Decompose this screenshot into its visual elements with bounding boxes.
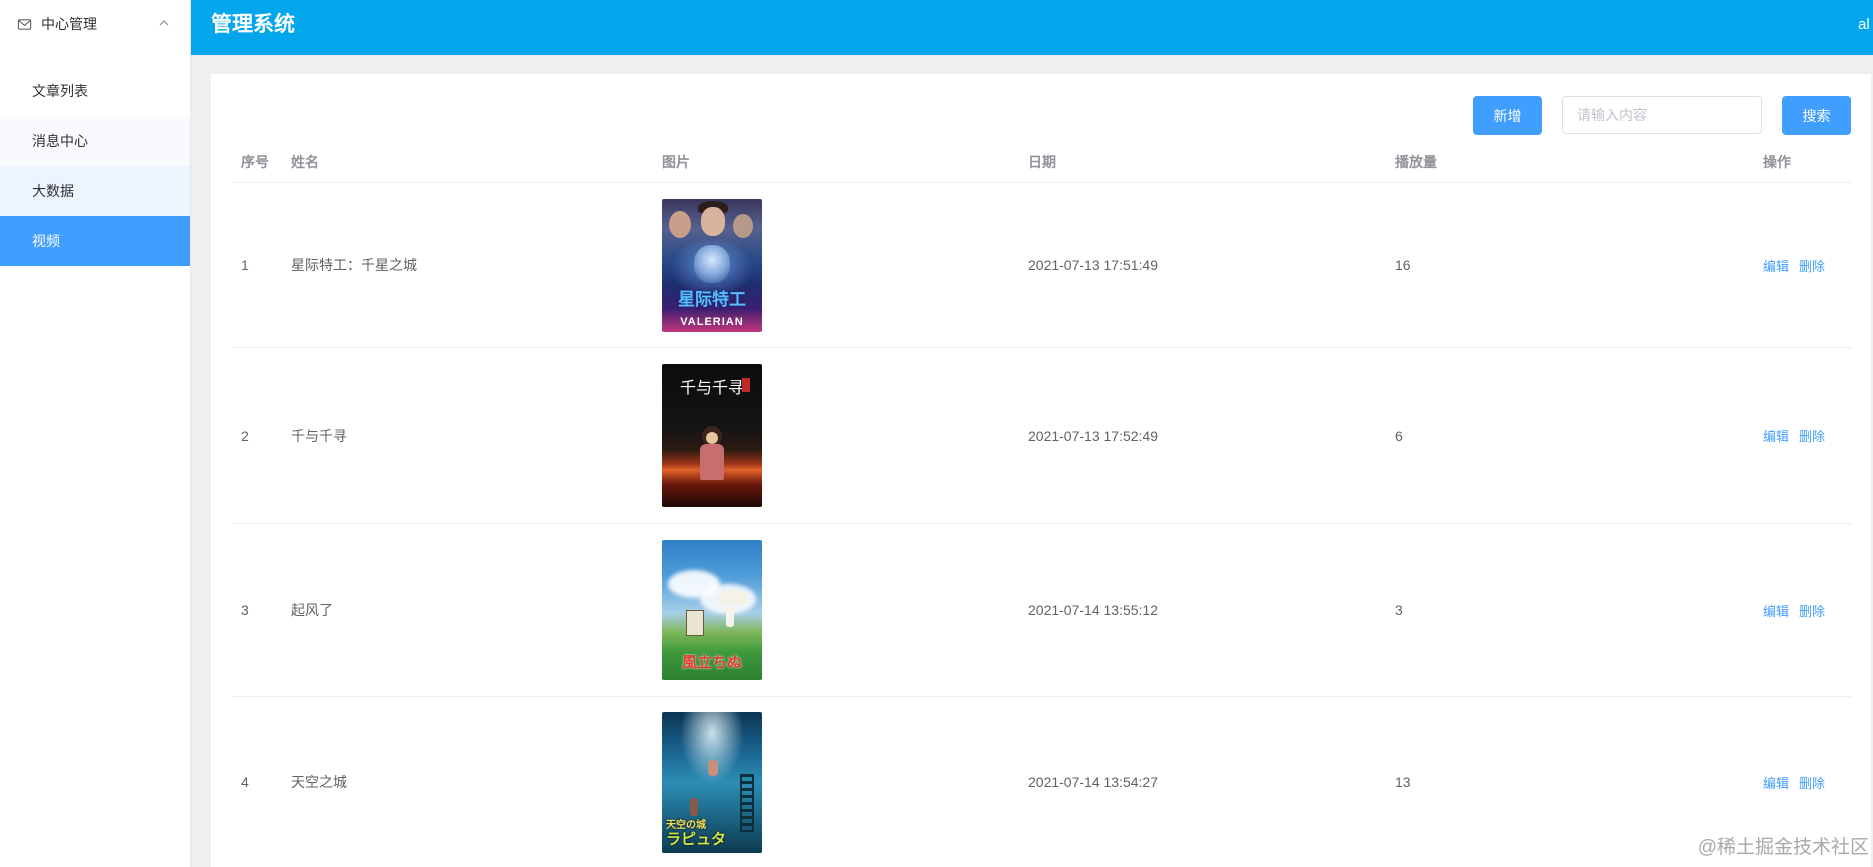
- search-input[interactable]: [1562, 96, 1762, 134]
- delete-link[interactable]: 删除: [1799, 429, 1825, 444]
- column-header-image: 图片: [662, 153, 690, 170]
- delete-link[interactable]: 删除: [1799, 604, 1825, 619]
- cell-plays: 13: [1395, 774, 1411, 790]
- cell-actions: 编辑 删除: [1754, 601, 1851, 620]
- poster-umbrella: [718, 590, 748, 604]
- sidebar-item-label: 文章列表: [32, 83, 88, 99]
- cell-date: 2021-07-13 17:51:49: [1028, 257, 1158, 273]
- poster-figure: [706, 432, 718, 444]
- app-title: 管理系统: [211, 13, 295, 36]
- poster-figure: [726, 603, 734, 627]
- sidebar-menu: 文章列表 消息中心 大数据 视频: [0, 66, 190, 266]
- poster-figure: [669, 210, 691, 238]
- column-header-name: 姓名: [291, 153, 319, 170]
- cell-date: 2021-07-14 13:55:12: [1028, 602, 1158, 618]
- poster-image: 風立ちぬ: [662, 540, 762, 680]
- poster-title: 風立ちぬ: [681, 654, 742, 671]
- top-header: 管理系统 al: [191, 0, 1873, 55]
- sidebar-item-label: 视频: [32, 233, 60, 249]
- cell-index: 3: [241, 602, 249, 618]
- cell-actions: 编辑 删除: [1754, 773, 1851, 792]
- poster-image: 星际特工 VALERIAN: [662, 198, 762, 332]
- cell-date: 2021-07-13 17:52:49: [1028, 427, 1158, 444]
- cell-image: 千与千寻: [653, 364, 1019, 507]
- delete-link[interactable]: 删除: [1799, 776, 1825, 791]
- poster-subtitle: VALERIAN: [680, 315, 744, 328]
- poster-figure: [733, 213, 753, 238]
- edit-link[interactable]: 编辑: [1763, 776, 1789, 791]
- cell-image: 天空の城 ラピュタ: [653, 711, 1019, 853]
- poster-figure: [694, 244, 730, 283]
- watermark: @稀土掘金技术社区: [1697, 837, 1869, 858]
- search-button[interactable]: 搜索: [1782, 96, 1851, 135]
- cell-index: 2: [241, 427, 249, 444]
- edit-link[interactable]: 编辑: [1763, 604, 1789, 619]
- poster-figure: [690, 797, 698, 816]
- cell-index: 1: [241, 257, 249, 273]
- table-row: 2 千与千寻 千与千寻 2021-07-13 17:52:49 6 编辑 删除: [232, 348, 1851, 524]
- cell-plays: 3: [1395, 602, 1403, 618]
- cell-image: 星际特工 VALERIAN: [653, 198, 1019, 332]
- add-button[interactable]: 新增: [1473, 96, 1542, 135]
- edit-link[interactable]: 编辑: [1763, 429, 1789, 444]
- chevron-up-icon: [158, 17, 170, 29]
- sidebar: 中心管理 文章列表 消息中心 大数据 视频: [0, 0, 191, 867]
- edit-link[interactable]: 编辑: [1763, 259, 1789, 274]
- sidebar-item-video[interactable]: 视频: [0, 216, 190, 266]
- cell-index: 4: [241, 774, 249, 790]
- poster-figure: [686, 610, 704, 636]
- submenu-center-management[interactable]: 中心管理: [0, 0, 190, 48]
- sidebar-item-articles[interactable]: 文章列表: [0, 66, 190, 116]
- poster-image: 天空の城 ラピュタ: [662, 711, 762, 853]
- cell-name: 起风了: [291, 602, 333, 618]
- cell-plays: 16: [1395, 257, 1411, 273]
- sidebar-item-label: 大数据: [32, 183, 74, 199]
- poster-tower: [740, 773, 754, 832]
- table-header: 序号 姓名 图片 日期 播放量 操作: [232, 141, 1851, 183]
- poster-figure: [708, 759, 718, 776]
- table-row: 1 星际特工：千星之城 星际特工 VALERIAN 2021-07-13 17:…: [232, 183, 1851, 348]
- table-row: 3 起风了 風立ちぬ 2021-07-14 13:55:12 3 编辑 删除: [232, 524, 1851, 697]
- cell-name: 天空之城: [291, 774, 347, 790]
- delete-link[interactable]: 删除: [1799, 259, 1825, 274]
- main-area: 新增 搜索 序号 姓名 图片 日期 播放量 操作 1 星际特工：千星之城: [191, 55, 1873, 867]
- poster-figure: [700, 444, 724, 480]
- cell-name: 千与千寻: [291, 427, 347, 444]
- sidebar-item-big-data[interactable]: 大数据: [0, 166, 190, 216]
- cell-actions: 编辑 删除: [1754, 256, 1851, 275]
- content-card: 新增 搜索 序号 姓名 图片 日期 播放量 操作 1 星际特工：千星之城: [211, 74, 1871, 867]
- column-header-plays: 播放量: [1395, 153, 1437, 170]
- column-header-index: 序号: [241, 153, 269, 170]
- poster-image: 千与千寻: [662, 364, 762, 507]
- cell-date: 2021-07-14 13:54:27: [1028, 774, 1158, 790]
- sidebar-item-label: 消息中心: [32, 133, 88, 149]
- table-row: 4 天空之城 天空の城 ラピュタ 2021-07-14 13:54:27 13 …: [232, 697, 1851, 867]
- cell-actions: 编辑 删除: [1754, 426, 1851, 445]
- cell-name: 星际特工：千星之城: [291, 257, 417, 273]
- column-header-actions: 操作: [1763, 153, 1791, 170]
- submenu-label: 中心管理: [41, 16, 97, 32]
- sidebar-item-messages[interactable]: 消息中心: [0, 116, 190, 166]
- poster-figure: [701, 206, 725, 236]
- poster-title: 星际特工: [678, 289, 746, 309]
- user-menu[interactable]: al: [1858, 0, 1870, 50]
- poster-title: ラピュタ: [666, 830, 727, 848]
- mail-icon: [17, 17, 32, 32]
- cell-plays: 6: [1395, 427, 1403, 444]
- column-header-date: 日期: [1028, 153, 1056, 170]
- cell-image: 風立ちぬ: [653, 540, 1019, 680]
- poster-seal: [742, 378, 750, 392]
- video-table: 序号 姓名 图片 日期 播放量 操作 1 星际特工：千星之城 星际特工 VALE…: [232, 141, 1851, 867]
